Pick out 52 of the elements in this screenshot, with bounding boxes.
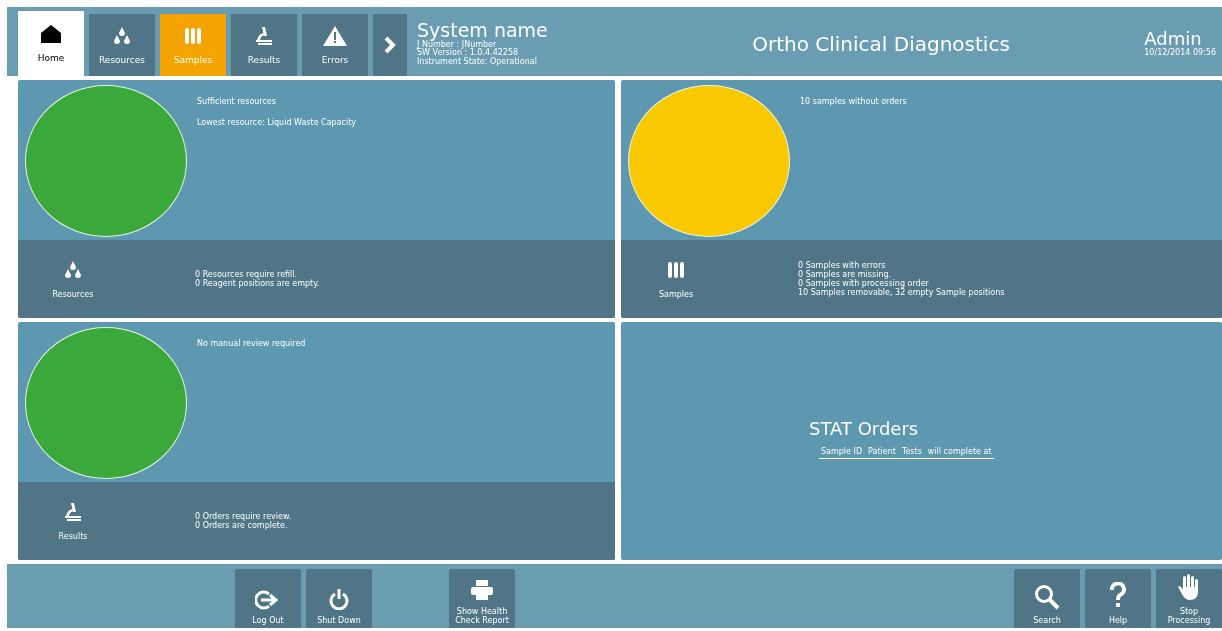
next-button[interactable]	[373, 14, 407, 76]
logout-button[interactable]: Log Out	[235, 569, 301, 628]
column-header: Tests	[901, 447, 922, 456]
printer-button[interactable]: Show Health Check Report	[449, 569, 515, 628]
hand-button[interactable]: Stop Processing	[1156, 569, 1222, 628]
warning-icon	[323, 25, 347, 46]
panel-label: Results	[58, 531, 88, 541]
nav-tab[interactable]: Home	[18, 11, 84, 76]
hand-icon	[1177, 573, 1201, 602]
status-message: Lowest resource: Liquid Waste Capacity	[197, 118, 357, 127]
search-icon	[1034, 584, 1060, 611]
logout-icon	[255, 590, 281, 611]
house-icon	[40, 24, 62, 44]
detail-line: 0 Samples with errors	[798, 260, 886, 270]
status-message: No manual review required	[197, 339, 306, 348]
column-header: Patient	[868, 447, 896, 456]
detail-line: 0 Samples are missing.	[798, 269, 892, 279]
status-message: Sufficient resources	[197, 97, 277, 106]
nav-tab[interactable]: Results	[231, 14, 297, 76]
help-button[interactable]: Help	[1085, 569, 1151, 628]
stat-orders-title: STAT Orders	[809, 418, 920, 439]
nav-tab[interactable]: Errors	[302, 14, 368, 76]
date-time: 10/12/2014 09:56	[1144, 48, 1216, 58]
chevron-right-icon	[384, 36, 396, 54]
nav-tab[interactable]: Resources	[89, 14, 155, 76]
tubes-icon	[183, 25, 203, 46]
microscope-icon	[254, 25, 274, 46]
microscope-icon	[63, 501, 83, 522]
power-icon	[329, 588, 349, 611]
drops-icon	[63, 259, 83, 280]
drops-icon	[112, 25, 132, 46]
tubes-icon	[666, 259, 686, 280]
detail-line: 10 Samples removable, 32 empty Sample positions	[798, 288, 1005, 298]
brand-name: Ortho Clinical Diagnostics	[752, 31, 1010, 56]
user-name: Admin	[1144, 29, 1202, 49]
column-header: will complete at	[927, 447, 992, 456]
system-info: Instrument State: Operational	[417, 57, 538, 67]
detail-line: 0 Orders require review.	[195, 511, 292, 521]
detail-line: 0 Reagent positions are empty.	[195, 279, 320, 289]
column-header: Sample ID	[821, 447, 863, 456]
detail-line: 0 Orders are complete.	[195, 521, 289, 531]
detail-line: 0 Samples with processing order	[798, 279, 929, 289]
panel-label: Resources	[52, 289, 94, 299]
panel-label: Samples	[658, 289, 694, 299]
power-button[interactable]: Shut Down	[306, 569, 372, 628]
printer-icon	[470, 579, 494, 602]
system-info: SW Version : 1.0.4.42258	[417, 49, 519, 58]
search-button[interactable]: Search	[1014, 569, 1080, 628]
system-info: J Number : JNumber	[417, 40, 497, 49]
status-message: 10 samples without orders	[800, 97, 907, 106]
detail-line: 0 Resources require refill.	[195, 269, 298, 279]
system-name: System name	[417, 20, 548, 41]
